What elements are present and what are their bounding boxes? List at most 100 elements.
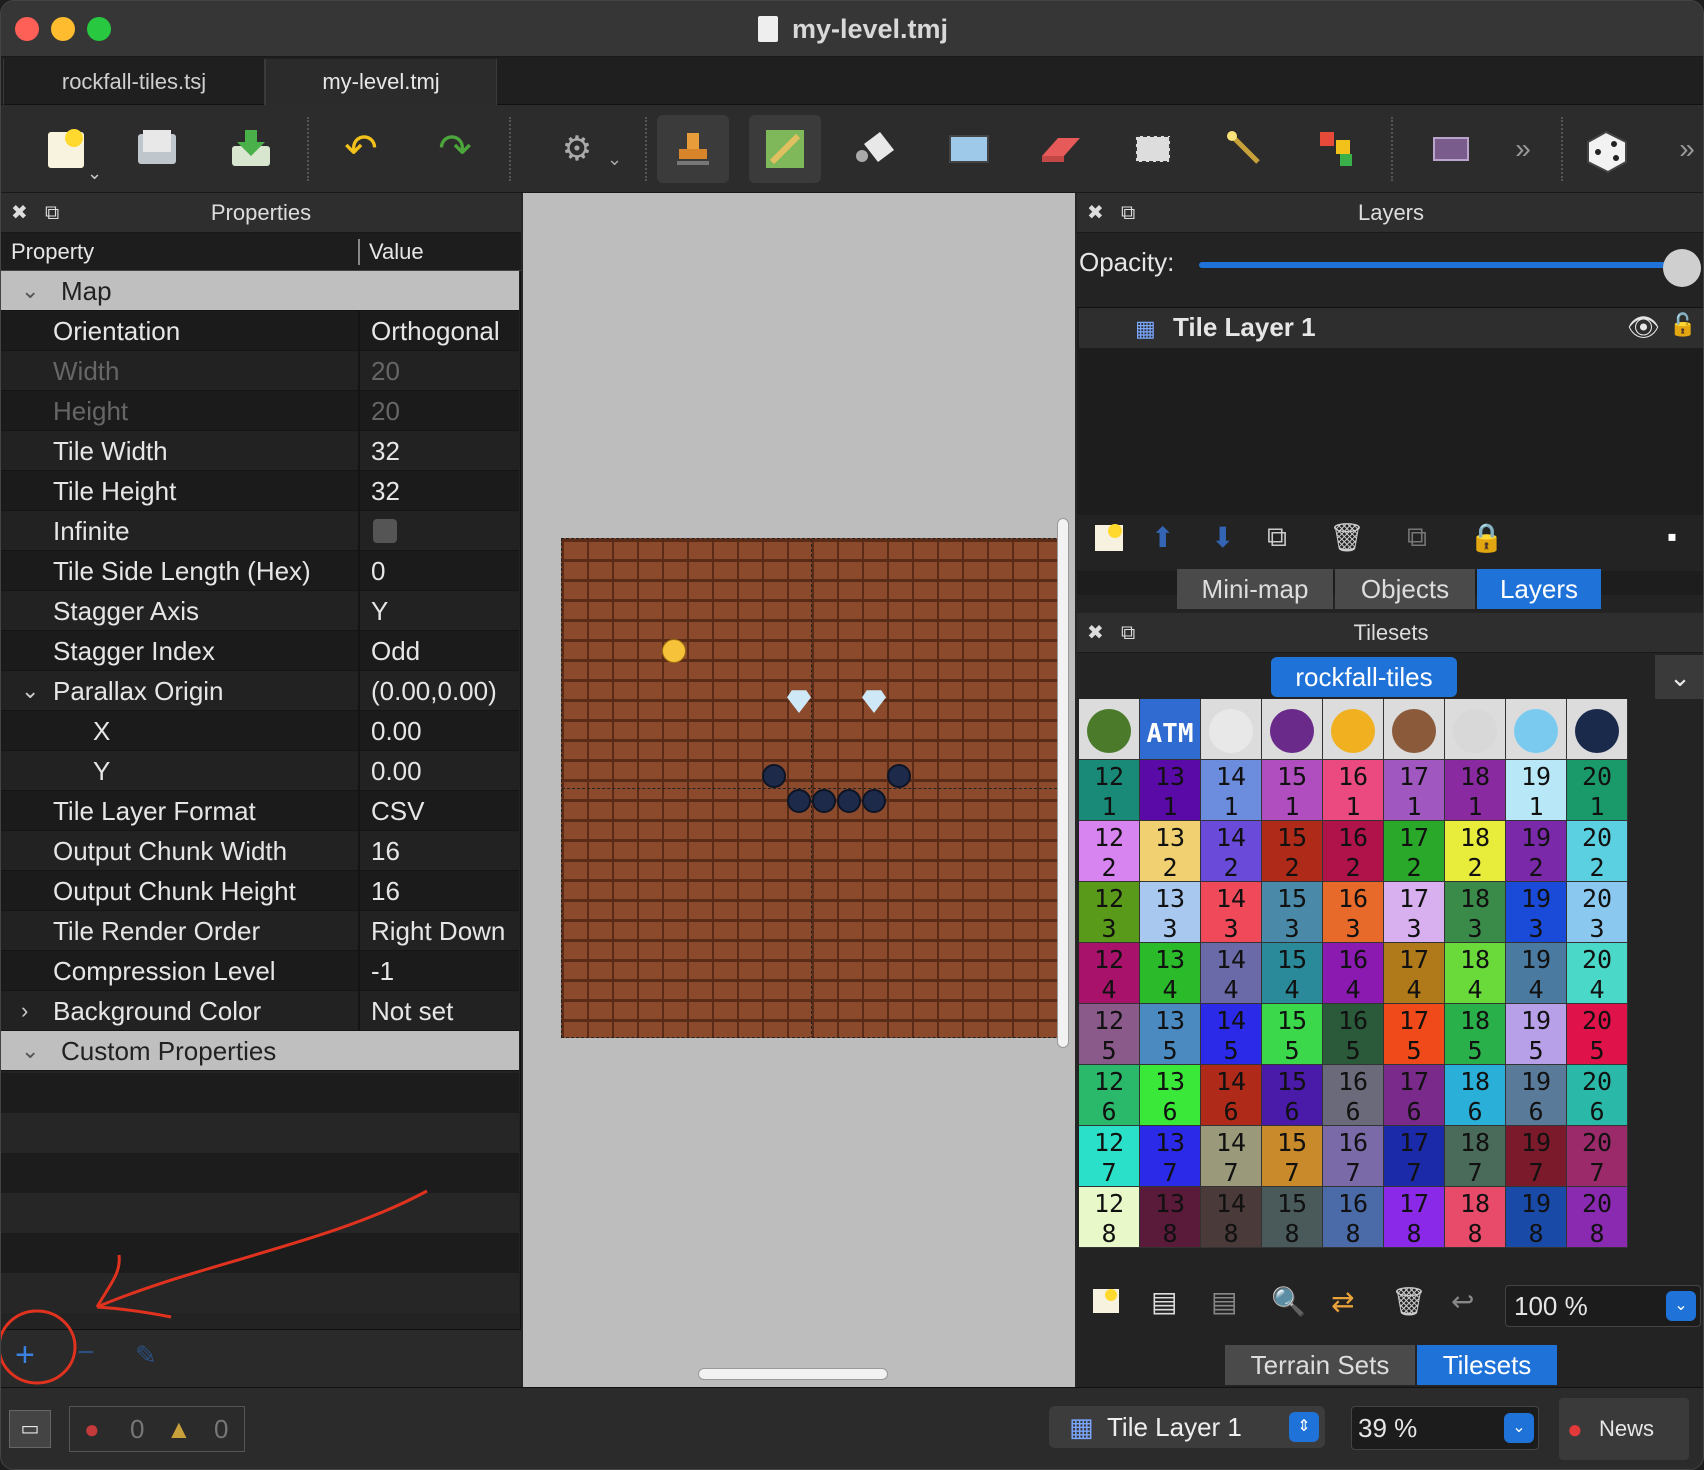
property-row[interactable]: X 0.00 (1, 711, 519, 751)
chevron-down-icon[interactable]: ⌄ (21, 671, 39, 711)
tile-cell[interactable]: 18 1 (1445, 760, 1506, 821)
property-value[interactable]: (0.00,0.00) (371, 671, 497, 711)
chevron-down-icon[interactable]: ⌄ (1666, 1291, 1696, 1321)
tile-cell[interactable]: 13 1 (1140, 760, 1201, 821)
property-value[interactable]: Y (371, 591, 388, 631)
new-layer-icon[interactable] (1093, 521, 1127, 562)
undo-icon[interactable]: ↶ (325, 115, 397, 183)
tile-virus[interactable] (1079, 699, 1140, 760)
bucket-fill-icon[interactable] (841, 115, 913, 183)
map-canvas[interactable] (523, 193, 1075, 1387)
edit-tileset-icon[interactable]: 🔍 (1271, 1285, 1306, 1318)
commands-icon[interactable]: ⚙ (541, 115, 613, 183)
tile-cell[interactable]: 13 7 (1140, 1126, 1201, 1187)
tile-cell[interactable]: 17 3 (1384, 882, 1445, 943)
tile-cell[interactable]: 17 8 (1384, 1187, 1445, 1248)
tile-cell[interactable]: 20 3 (1567, 882, 1628, 943)
open-icon[interactable] (121, 115, 193, 183)
group-map[interactable]: ⌄ Map (1, 271, 519, 311)
horizontal-scrollbar[interactable] (698, 1368, 888, 1380)
tile-blank[interactable] (1445, 699, 1506, 760)
property-value[interactable]: Not set (371, 991, 453, 1031)
property-row[interactable]: ⌄ Parallax Origin (0.00,0.00) (1, 671, 519, 711)
chevron-down-icon[interactable]: ⌄ (1504, 1413, 1534, 1443)
tile-cell[interactable]: 13 4 (1140, 943, 1201, 1004)
tile-ATM[interactable]: ATM (1140, 699, 1201, 760)
rock-tile[interactable] (837, 789, 861, 813)
tile-cell[interactable]: 19 3 (1506, 882, 1567, 943)
property-value[interactable]: 0.00 (371, 711, 422, 751)
rock-tile[interactable] (812, 789, 836, 813)
tile-cell[interactable]: 19 1 (1506, 760, 1567, 821)
layer-name[interactable]: Tile Layer 1 (1173, 312, 1316, 343)
insert-template-icon[interactable] (1415, 115, 1487, 183)
tab-my-level[interactable]: my-level.tmj (265, 59, 497, 105)
tile-cell[interactable]: 16 3 (1323, 882, 1384, 943)
smiley-tile[interactable] (662, 639, 686, 663)
tile-cell[interactable]: 16 1 (1323, 760, 1384, 821)
tile-cell[interactable]: 16 5 (1323, 1004, 1384, 1065)
tile-cell[interactable]: 20 5 (1567, 1004, 1628, 1065)
stamp-brush-icon[interactable] (657, 115, 729, 183)
tile-cell[interactable]: 15 1 (1262, 760, 1323, 821)
tile-cell[interactable]: 17 5 (1384, 1004, 1445, 1065)
tile-cell[interactable]: 12 1 (1079, 760, 1140, 821)
tile-cell[interactable]: 20 1 (1567, 760, 1628, 821)
tile-cell[interactable]: 16 8 (1323, 1187, 1384, 1248)
property-row[interactable]: Tile Width 32 (1, 431, 519, 471)
property-value[interactable]: Right Down (371, 911, 505, 951)
lock-icon[interactable]: 🔒 (1469, 521, 1504, 554)
tile-cell[interactable]: 12 6 (1079, 1065, 1140, 1126)
property-row[interactable]: › Background Color Not set (1, 991, 519, 1031)
tab-layers[interactable]: Layers (1477, 569, 1601, 609)
column-property[interactable]: Property (11, 233, 94, 271)
tile-cell[interactable]: 18 8 (1445, 1187, 1506, 1248)
chevron-down-icon[interactable]: ⌄ (607, 149, 622, 170)
delete-layer-icon[interactable]: 🗑 (1329, 521, 1365, 554)
delete-tileset-icon[interactable]: 🗑 (1391, 1285, 1427, 1318)
tile-cell[interactable]: 15 6 (1262, 1065, 1323, 1126)
tile-cell[interactable]: 12 2 (1079, 821, 1140, 882)
tileset-menu-icon[interactable]: ⌄ (1655, 655, 1703, 699)
chevron-down-icon[interactable]: ⌄ (87, 163, 102, 184)
tile-cell[interactable]: 19 7 (1506, 1126, 1567, 1187)
chevron-down-icon[interactable]: ⌄ (21, 1031, 39, 1071)
property-row[interactable]: Tile Side Length (Hex) 0 (1, 551, 519, 591)
layer-row[interactable]: ▦ Tile Layer 1 👁 🔓 (1079, 308, 1703, 348)
tile-cell[interactable]: 18 7 (1445, 1126, 1506, 1187)
tile-cell[interactable]: 12 7 (1079, 1126, 1140, 1187)
tile-cell[interactable]: 16 2 (1323, 821, 1384, 882)
new-tileset-icon[interactable] (1091, 1285, 1123, 1324)
tile-cell[interactable]: 20 6 (1567, 1065, 1628, 1126)
rock-tile[interactable] (887, 764, 911, 788)
property-value[interactable]: 20 (371, 351, 400, 391)
tile-eggplant[interactable] (1262, 699, 1323, 760)
save-icon[interactable] (215, 115, 287, 183)
tile-rock[interactable] (1567, 699, 1628, 760)
tile-cell[interactable]: 14 1 (1201, 760, 1262, 821)
tile-cell[interactable]: 15 8 (1262, 1187, 1323, 1248)
property-row[interactable]: Stagger Axis Y (1, 591, 519, 631)
gem-tile[interactable] (787, 690, 811, 713)
tile-cell[interactable]: 13 3 (1140, 882, 1201, 943)
tile-cell[interactable]: 14 5 (1201, 1004, 1262, 1065)
property-value[interactable]: 32 (371, 471, 400, 511)
close-panel-icon[interactable]: ✖ (1087, 613, 1104, 653)
property-row[interactable]: Tile Render Order Right Down (1, 911, 519, 951)
property-row[interactable]: Tile Height 32 (1, 471, 519, 511)
more-icon[interactable]: » (1651, 115, 1703, 183)
property-row[interactable]: Output Chunk Height 16 (1, 871, 519, 911)
eraser-icon[interactable] (1025, 115, 1097, 183)
tile-cell[interactable]: 14 2 (1201, 821, 1262, 882)
tab-rockfall-tiles[interactable]: rockfall-tiles.tsj (3, 59, 265, 105)
tile-chick[interactable] (1323, 699, 1384, 760)
tile-cell[interactable]: 19 8 (1506, 1187, 1567, 1248)
tile-cell[interactable]: 19 4 (1506, 943, 1567, 1004)
tile-cell[interactable]: 14 8 (1201, 1187, 1262, 1248)
tab-terrain-sets[interactable]: Terrain Sets (1225, 1345, 1415, 1385)
news-button[interactable]: ● News (1559, 1398, 1689, 1460)
tile-cell[interactable]: 15 7 (1262, 1126, 1323, 1187)
column-divider[interactable] (358, 239, 360, 265)
terrain-brush-icon[interactable] (749, 115, 821, 183)
tile-egg[interactable] (1201, 699, 1262, 760)
